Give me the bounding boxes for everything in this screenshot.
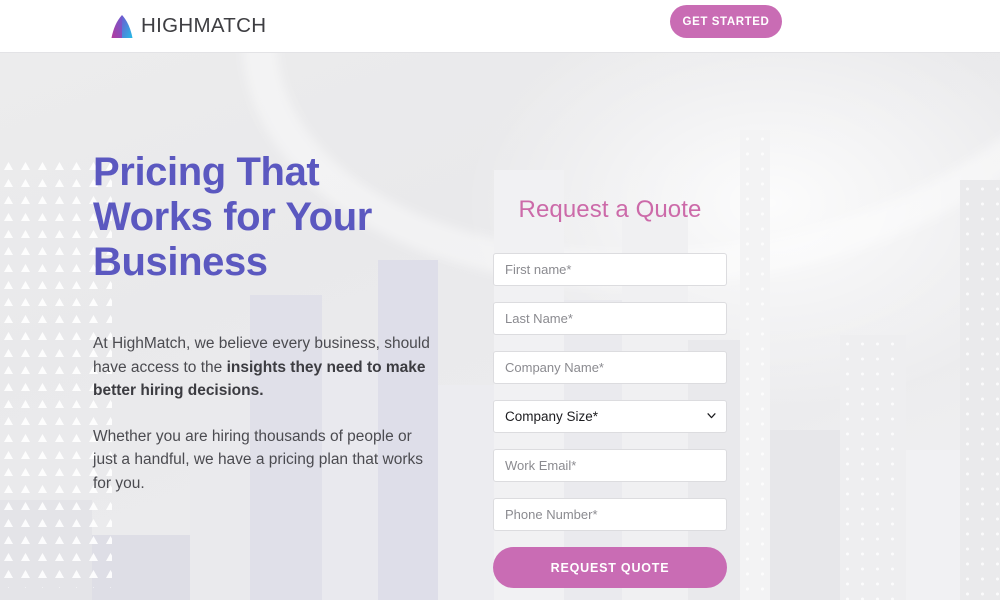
hero-paragraph-1: At HighMatch, we believe every business,… [93, 332, 433, 403]
phone-number-input[interactable] [493, 498, 727, 531]
site-header: HIGHMATCH GET STARTED [0, 0, 1000, 53]
work-email-input[interactable] [493, 449, 727, 482]
first-name-input[interactable] [493, 253, 727, 286]
last-name-input[interactable] [493, 302, 727, 335]
hero-copy: Pricing That Works for Your Business At … [93, 150, 433, 495]
building [438, 385, 494, 600]
company-size-select-wrapper: Company Size* [493, 400, 727, 433]
building [906, 450, 960, 600]
company-size-select[interactable]: Company Size* [493, 400, 727, 433]
building [740, 130, 770, 600]
request-quote-button[interactable]: REQUEST QUOTE [493, 547, 727, 588]
building [960, 180, 1000, 600]
form-title: Request a Quote [518, 196, 702, 223]
hero-paragraph-2: Whether you are hiring thousands of peop… [93, 427, 423, 492]
building [840, 335, 906, 600]
brand-name: HIGHMATCH [141, 14, 267, 37]
brand-logo[interactable]: HIGHMATCH [110, 8, 266, 44]
highmatch-triangle-logo-icon [111, 14, 133, 38]
landing-page: HIGHMATCH GET STARTED Pricing That Works… [0, 0, 1000, 600]
page-title: Pricing That Works for Your Business [93, 150, 372, 284]
hero-section: Pricing That Works for Your Business At … [0, 53, 1000, 600]
get-started-button[interactable]: GET STARTED [670, 5, 782, 38]
company-name-input[interactable] [493, 351, 727, 384]
request-quote-form: Request a Quote Company Size* REQUEST QU… [493, 196, 727, 588]
building [770, 430, 840, 600]
